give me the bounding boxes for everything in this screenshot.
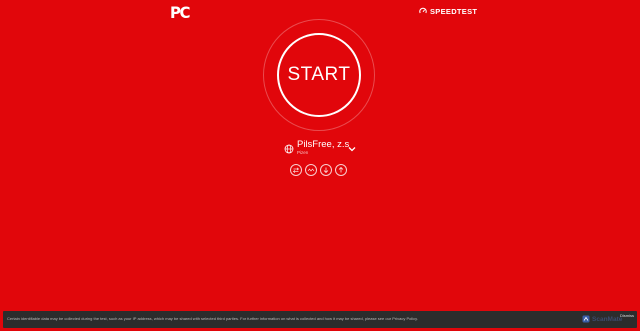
server-location: Pizen xyxy=(297,150,309,155)
multi-connection-icon[interactable] xyxy=(290,164,302,176)
pc-logo[interactable]: PC xyxy=(170,4,191,23)
globe-icon xyxy=(284,141,294,159)
consent-banner: Certain identifiable data may be collect… xyxy=(3,311,637,328)
upload-icon[interactable] xyxy=(335,164,347,176)
start-button[interactable]: START xyxy=(277,33,361,117)
download-icon[interactable] xyxy=(320,164,332,176)
speedtest-brand[interactable]: SPEEDTEST xyxy=(419,6,477,16)
server-name[interactable]: PilsFree, z.s xyxy=(297,139,349,150)
chevron-down-icon[interactable] xyxy=(348,140,356,158)
start-label: START xyxy=(287,64,351,85)
dismiss-button[interactable]: Dismiss xyxy=(620,313,634,318)
ping-icon[interactable] xyxy=(305,164,317,176)
speedometer-icon xyxy=(419,2,427,20)
speedtest-label: SPEEDTEST xyxy=(430,6,478,16)
scanmate-brand[interactable]: ScanMate xyxy=(582,314,622,324)
scanmate-label: ScanMate xyxy=(592,315,623,323)
scanmate-logo-icon xyxy=(582,310,590,328)
connection-mode-options xyxy=(290,164,347,177)
consent-text: Certain identifiable data may be collect… xyxy=(7,316,418,321)
server-selector[interactable]: PilsFree, z.s Pizen xyxy=(284,139,364,161)
